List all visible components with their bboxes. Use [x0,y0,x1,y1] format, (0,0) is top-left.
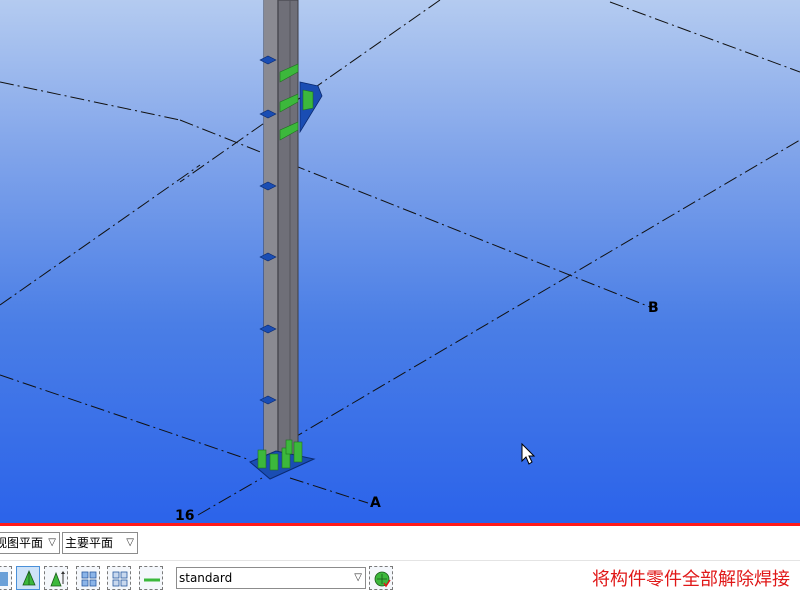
view-plane-select[interactable]: 视图平面 ▽ [0,532,60,554]
grid-line-top-right [609,1,800,73]
stiffener-plate [257,449,267,469]
model-viewport[interactable]: B A 16 [0,0,800,524]
model-scene: B A 16 [0,0,800,524]
viewport-border [0,523,800,526]
pyramid-icon [22,570,36,586]
line-tool-button[interactable] [139,566,163,590]
pyramid-arrow-icon [50,571,65,587]
standard-select[interactable]: standard ▽ [176,567,366,589]
chevron-down-icon: ▽ [126,537,134,548]
weld-check-icon [374,571,391,588]
beam-connection [279,63,323,141]
snap-pyramid-button[interactable] [16,566,40,590]
stiffener-plate [285,439,293,455]
toolbar-icon [0,572,8,586]
stiffener-plate [269,453,279,471]
grid-line-lower-right [289,139,800,441]
grid-alt-icon [112,571,128,587]
chevron-down-icon: ▽ [48,537,56,548]
plane-toolbar: 视图平面 ▽ 主要平面 ▽ [0,527,800,557]
grid-line-bottom-left [0,374,251,461]
main-plane-value: 主要平面 [65,536,114,550]
grid-line-axis-b [179,119,651,308]
toolbar-button-partial[interactable] [0,566,12,590]
tutorial-caption: 将构件零件全部解除焊接 [592,569,790,590]
grid-label-b: B [648,300,659,316]
grid-label-a: A [370,495,381,511]
view-plane-value: 视图平面 [0,536,44,550]
grid-line-left-diagonal [0,164,201,306]
grid-icon [81,571,97,587]
line-icon [144,578,160,582]
grid-select-button[interactable] [76,566,100,590]
standard-value: standard [179,571,233,585]
stiffener-plate [293,441,303,463]
grid-select-alt-button[interactable] [107,566,131,590]
main-plane-select[interactable]: 主要平面 ▽ [62,532,138,554]
grid-line-top-left [0,81,181,121]
grid-label-16: 16 [175,508,194,524]
grid-line-axis-16 [197,477,263,516]
weld-check-button[interactable] [369,566,393,590]
chevron-down-icon: ▽ [354,572,362,583]
snap-pyramid-alt-button[interactable] [44,566,68,590]
mouse-cursor-icon [521,442,536,465]
grid-line-axis-a [289,477,369,504]
